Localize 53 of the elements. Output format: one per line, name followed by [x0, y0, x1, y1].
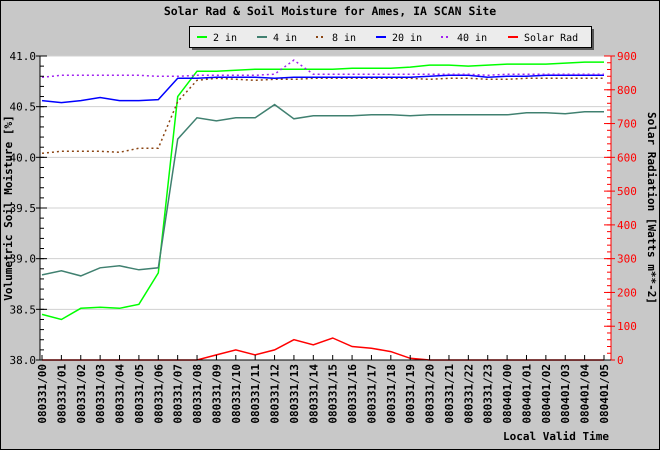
x-tick-label: 080331/23: [482, 364, 495, 424]
legend-label: 40 in: [457, 33, 488, 44]
legend-label: 4 in: [273, 33, 298, 44]
x-tick-label: 080331/08: [191, 364, 204, 424]
x-tick-label: 080331/02: [74, 364, 88, 424]
x-tick-label: 080401/05: [598, 364, 611, 424]
y2-tick-label: 0: [617, 354, 624, 367]
y2-tick-label: 300: [617, 252, 637, 266]
x-tick-label: 080401/03: [559, 364, 572, 424]
x-tick-label: 080331/13: [288, 364, 301, 424]
y2-tick-label: 500: [617, 185, 637, 198]
x-tick-label: 080331/21: [442, 364, 456, 424]
y-tick-label: 40.5: [10, 100, 36, 114]
x-tick-label: 080331/01: [55, 364, 68, 424]
legend-label: 20 in: [392, 33, 422, 44]
y2-tick-label: 900: [617, 50, 637, 63]
y2-tick-label: 600: [617, 151, 637, 164]
y2-tick-label: 800: [617, 84, 637, 97]
x-tick-label: 080331/07: [172, 364, 185, 424]
legend-label: Solar Rad: [524, 33, 578, 44]
x-tick-label: 080331/05: [132, 364, 146, 424]
x-tick-label: 080331/20: [424, 364, 437, 424]
y2-tick-label: 700: [617, 118, 637, 131]
x-tick-label: 080331/18: [384, 364, 398, 424]
x-tick-label: 080331/11: [249, 364, 262, 424]
x-tick-label: 080401/01: [520, 364, 534, 424]
y2-tick-label: 100: [617, 320, 637, 334]
y2-tick-label: 400: [617, 218, 637, 232]
x-tick-label: 080331/22: [462, 364, 476, 424]
x-tick-label: 080331/10: [230, 364, 243, 424]
x-tick-label: 080331/19: [404, 364, 418, 424]
y2-axis-label: Solar Radiation [Watts m**-2]: [645, 112, 658, 304]
x-tick-label: 080331/03: [94, 364, 108, 424]
x-tick-label: 080331/04: [114, 364, 127, 424]
x-tick-label: 080331/09: [210, 364, 224, 424]
x-tick-label: 080331/16: [346, 364, 360, 424]
x-tick-label: 080401/04: [578, 364, 592, 424]
x-tick-label: 080331/15: [326, 364, 340, 424]
y-tick-label: 38.5: [10, 303, 36, 316]
y2-tick-label: 200: [617, 286, 637, 300]
legend-label: 2 in: [213, 33, 238, 44]
chart-title: Solar Rad & Soil Moisture for Ames, IA SCAN Site: [164, 4, 496, 18]
y-tick-label: 41.0: [10, 50, 36, 63]
x-tick-label: 080331/14: [307, 364, 320, 424]
x-tick-label: 080401/00: [501, 364, 514, 424]
x-tick-label: 080331/17: [365, 364, 378, 424]
y-tick-label: 38.0: [10, 354, 36, 367]
x-tick-label: 080331/06: [152, 364, 166, 424]
x-tick-label: 080401/02: [540, 364, 553, 424]
x-tick-label: 080331/00: [36, 364, 49, 424]
legend-label: 8 in: [332, 33, 356, 44]
x-axis-label: Local Valid Time: [503, 430, 609, 443]
x-tick-label: 080331/12: [268, 364, 282, 424]
